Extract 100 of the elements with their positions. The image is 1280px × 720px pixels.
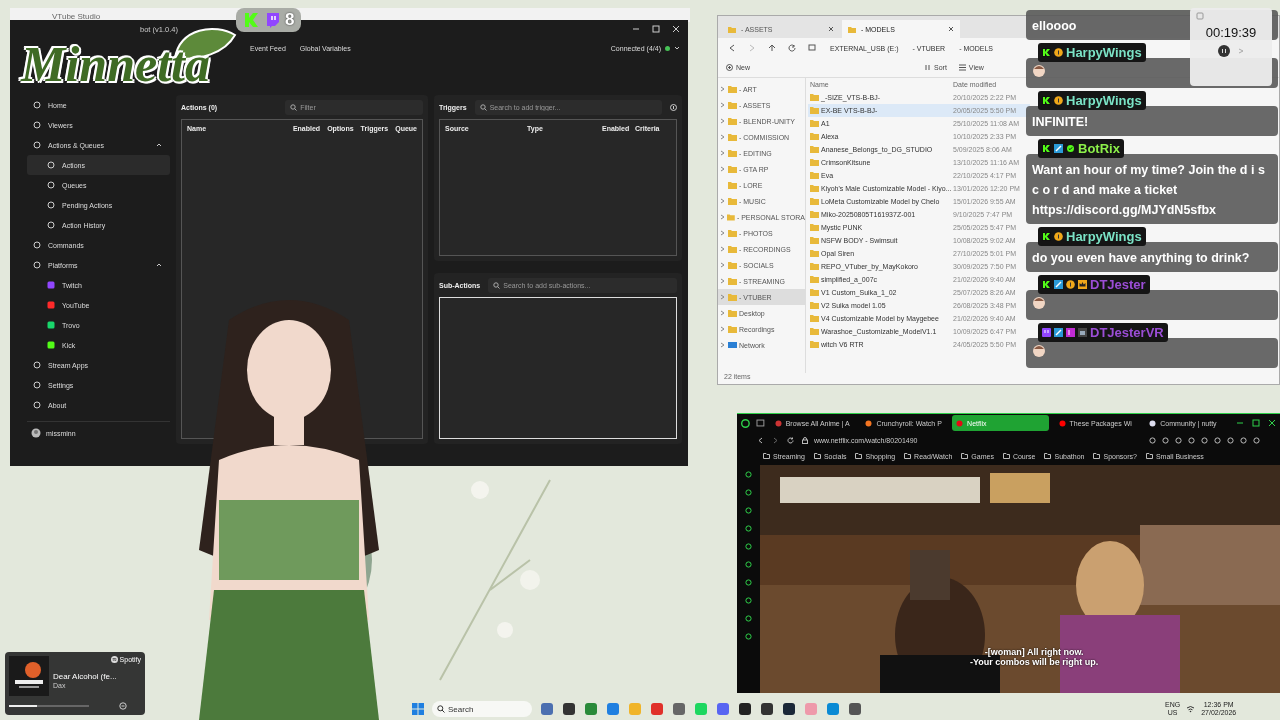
circle-icon xyxy=(745,561,752,568)
circle-icon xyxy=(47,201,55,209)
start-icon xyxy=(412,703,424,715)
username-tag: HarpyWings xyxy=(1038,227,1146,246)
circle-icon xyxy=(33,141,41,149)
close-icon xyxy=(1268,419,1276,428)
message-text: elloooo xyxy=(1032,19,1077,33)
browser-logo-icon xyxy=(741,418,750,428)
app-icon xyxy=(761,703,773,715)
gift-icon xyxy=(1078,328,1087,337)
folder-icon xyxy=(813,453,821,460)
username-tag: DTJester xyxy=(1038,275,1150,294)
folder-icon xyxy=(1044,453,1052,460)
circle-icon xyxy=(33,121,41,129)
site-icon xyxy=(956,419,964,427)
tier-icon xyxy=(1066,328,1075,337)
circle-icon xyxy=(745,597,752,604)
follower-count: 8 xyxy=(285,10,295,30)
site-icon xyxy=(865,419,873,427)
folder-icon xyxy=(1093,453,1101,460)
twitch-logo-icon xyxy=(1042,328,1051,337)
tabs-icon xyxy=(755,419,765,428)
folder-icon xyxy=(855,453,863,460)
window-icon xyxy=(1196,12,1204,20)
kick-logo-icon xyxy=(1042,280,1051,289)
refresh-icon xyxy=(788,44,796,52)
circle-icon xyxy=(745,615,752,622)
taskbar-app[interactable] xyxy=(760,702,774,716)
network-icon xyxy=(728,341,737,349)
list-icon xyxy=(958,64,966,71)
circle-icon xyxy=(1175,436,1182,444)
twitch-logo-icon xyxy=(264,12,280,28)
site-icon xyxy=(774,419,782,427)
taskbar-app[interactable] xyxy=(782,702,796,716)
taskbar-app[interactable] xyxy=(562,702,576,716)
circle-icon xyxy=(1240,436,1247,444)
circle-icon xyxy=(47,161,55,169)
sword-icon xyxy=(1054,280,1063,289)
folder-icon xyxy=(1002,453,1010,460)
search-icon xyxy=(479,103,487,111)
emote-icon xyxy=(1032,344,1046,358)
maximize-icon xyxy=(652,25,660,33)
circle-icon xyxy=(1214,436,1221,444)
circle-icon xyxy=(1149,436,1156,444)
message-text: do you even have anything to drink? xyxy=(1032,251,1250,265)
app-icon xyxy=(695,703,707,715)
app-icon xyxy=(585,703,597,715)
kick-logo-icon xyxy=(1042,232,1051,241)
close-icon xyxy=(672,25,680,33)
app-icon xyxy=(607,703,619,715)
monitor-icon xyxy=(808,44,816,52)
circle-icon xyxy=(33,241,41,249)
circle-icon xyxy=(745,489,752,496)
sword-icon xyxy=(1054,144,1063,153)
window-title: VTube Studio xyxy=(52,12,101,21)
more-icon xyxy=(119,701,127,710)
search-field[interactable]: Search xyxy=(432,701,532,717)
chevron-icon xyxy=(674,45,680,51)
search-icon xyxy=(437,705,445,713)
sort-icon xyxy=(924,64,931,71)
app-icon xyxy=(805,703,817,715)
app-icon xyxy=(827,703,839,715)
app-icon xyxy=(541,703,553,715)
circle-icon xyxy=(745,579,752,586)
pause-icon xyxy=(1218,45,1230,57)
up-icon xyxy=(768,44,776,52)
back-icon xyxy=(728,44,736,52)
folder-icon xyxy=(848,25,856,33)
wifi-icon xyxy=(1186,705,1196,713)
track-title: Dear Alcohol (fe... xyxy=(53,672,118,681)
search-icon xyxy=(493,281,501,289)
play-icon xyxy=(1238,48,1244,54)
app-icon xyxy=(783,703,795,715)
minimize-icon xyxy=(632,25,640,33)
taskbar-app[interactable] xyxy=(848,702,862,716)
circle-icon xyxy=(745,543,752,550)
timer-display: 00:19:39 xyxy=(1205,25,1257,40)
circle-icon xyxy=(1201,436,1208,444)
kick-logo-icon xyxy=(1042,96,1051,105)
circle-icon xyxy=(33,261,41,269)
circle-icon xyxy=(1162,436,1169,444)
coin-icon xyxy=(1054,48,1063,57)
close-icon xyxy=(948,26,954,32)
app-icon xyxy=(673,703,685,715)
folder-icon xyxy=(961,453,969,460)
kick-logo-icon xyxy=(1042,144,1051,153)
subtitle-text: -Your combos will be right up. xyxy=(970,657,1099,667)
emote-icon xyxy=(1032,64,1046,78)
message-text: Want an hour of my time? Join the d i s c o r d and make a ticket https://discord.gg/MJYdN5sfbx xyxy=(1032,163,1265,217)
close-icon xyxy=(828,26,834,32)
logo-text: Minnetta xyxy=(21,38,210,90)
subtitle-text: -[woman] All right now. xyxy=(984,647,1084,657)
site-icon xyxy=(1058,419,1066,427)
refresh-icon xyxy=(787,436,794,444)
coin-icon xyxy=(1054,232,1063,241)
taskbar-app[interactable] xyxy=(738,702,752,716)
circle-icon xyxy=(33,401,41,409)
circle-icon xyxy=(1227,436,1234,444)
checkmark-icon xyxy=(1066,144,1075,153)
spotify-logo-icon xyxy=(110,656,118,663)
